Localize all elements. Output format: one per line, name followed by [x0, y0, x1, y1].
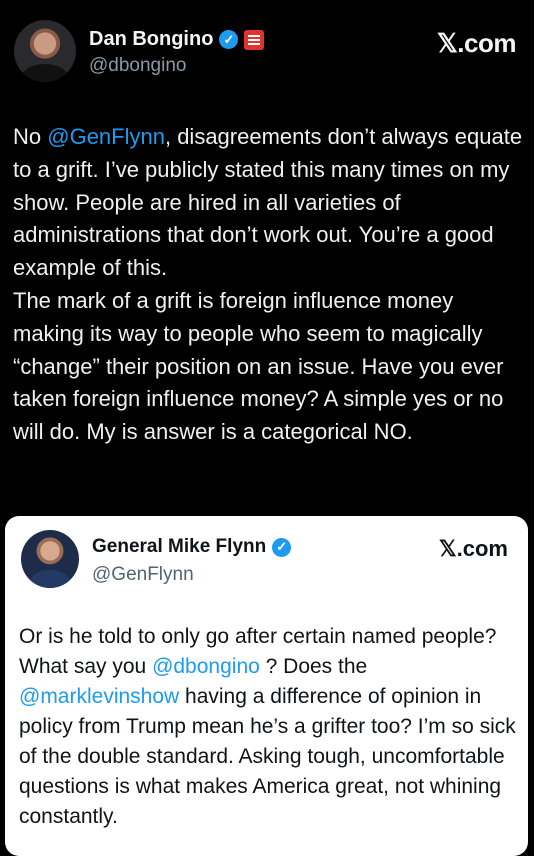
text-segment: No [13, 124, 48, 149]
author-name[interactable]: Dan Bongino [89, 28, 213, 51]
author-block: Dan Bongino ✓ @dbongino [89, 28, 265, 77]
quoted-author-block: General Mike Flynn ✓ @GenFlynn [92, 536, 292, 586]
mention-link[interactable]: @GenFlynn [47, 124, 165, 149]
quoted-author-name[interactable]: General Mike Flynn [92, 536, 266, 558]
tweet-header: Dan Bongino ✓ @dbongino 𝕏.com [14, 18, 520, 88]
x-logo: 𝕏.com [436, 28, 517, 58]
quoted-tweet-text: Or is he told to only go after certain n… [19, 622, 524, 832]
quoted-x-logo: 𝕏.com [438, 536, 508, 561]
tweet-paragraph-2: The mark of a grift is foreign influence… [13, 287, 504, 445]
news-flag-icon [244, 29, 265, 50]
verified-badge-icon: ✓ [219, 30, 239, 49]
avatar[interactable] [14, 20, 76, 82]
mention-link[interactable]: @dbongino [152, 655, 260, 678]
quoted-name-row: General Mike Flynn ✓ [92, 536, 292, 558]
tweet-text: No @GenFlynn, disagreements don’t always… [13, 121, 523, 449]
tweet-paragraph-1: No @GenFlynn, disagreements don’t always… [13, 121, 523, 285]
quoted-tweet-card[interactable]: General Mike Flynn ✓ @GenFlynn 𝕏.com Or … [5, 516, 528, 856]
mention-link[interactable]: @marklevinshow [19, 685, 179, 708]
name-row: Dan Bongino ✓ [89, 28, 265, 51]
quoted-avatar[interactable] [21, 530, 79, 588]
author-handle[interactable]: @dbongino [89, 55, 264, 77]
verified-badge-icon: ✓ [272, 537, 292, 557]
quoted-author-handle[interactable]: @GenFlynn [92, 564, 291, 586]
text-segment: ? Does the [259, 655, 368, 678]
